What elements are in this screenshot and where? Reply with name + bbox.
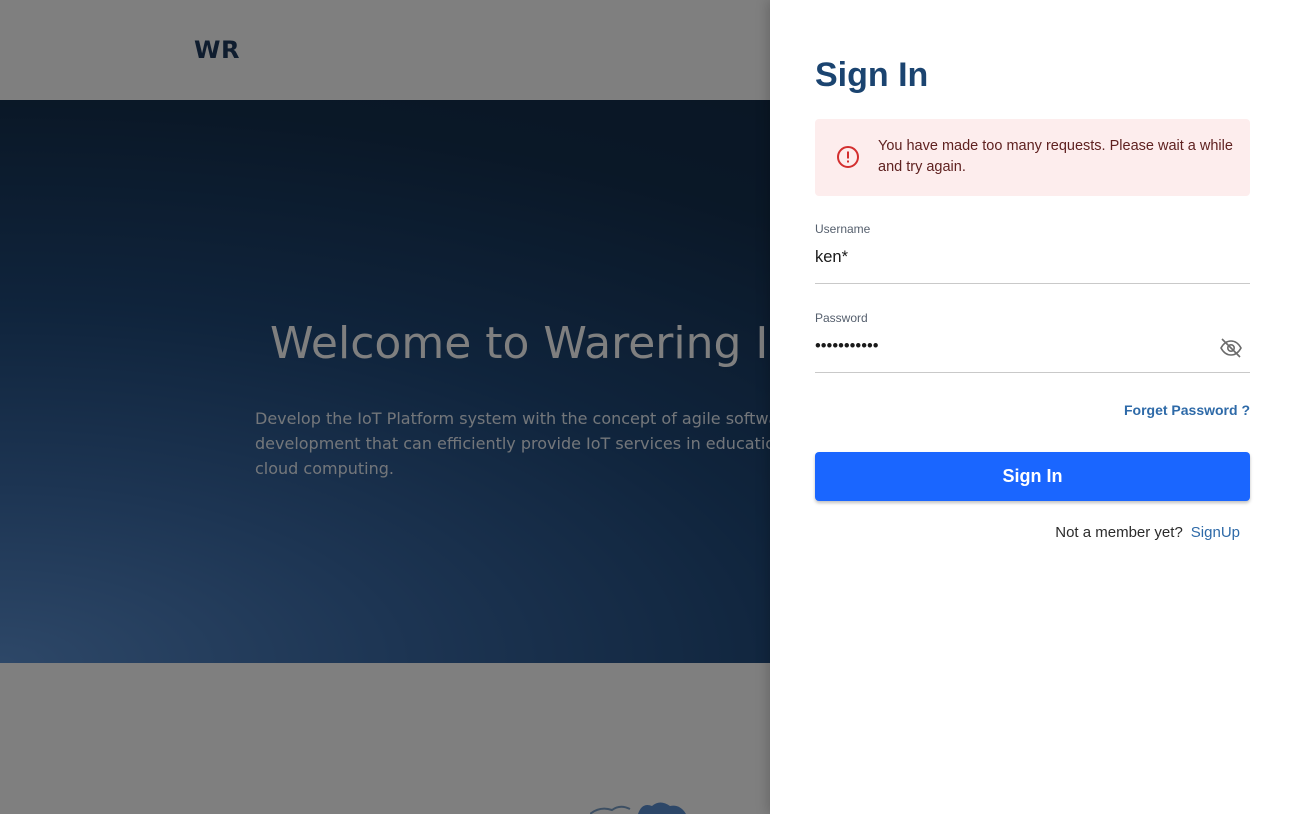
error-outline-icon: [837, 146, 859, 168]
password-underline: [815, 372, 1250, 373]
not-member-text: Not a member yet?: [1055, 524, 1183, 541]
visibility-off-icon[interactable]: [1219, 336, 1243, 360]
error-alert-message: You have made too many requests. Please …: [878, 138, 1233, 175]
forget-password-link[interactable]: Forget Password ?: [1124, 402, 1250, 418]
username-label: Username: [815, 222, 871, 236]
password-label: Password: [815, 311, 868, 325]
signin-title: Sign In: [815, 56, 929, 94]
signup-link[interactable]: SignUp: [1191, 524, 1240, 541]
password-input[interactable]: [815, 337, 1205, 356]
signin-button[interactable]: Sign In: [815, 452, 1250, 501]
username-input[interactable]: [815, 248, 1205, 267]
signup-prompt: Not a member yet? SignUp: [1055, 524, 1240, 541]
signin-drawer: Sign In You have made too many requests.…: [770, 0, 1295, 814]
username-underline: [815, 283, 1250, 284]
error-alert: You have made too many requests. Please …: [815, 119, 1250, 196]
page: WR Welcome to Warering IoT Develop the I…: [0, 0, 1295, 814]
